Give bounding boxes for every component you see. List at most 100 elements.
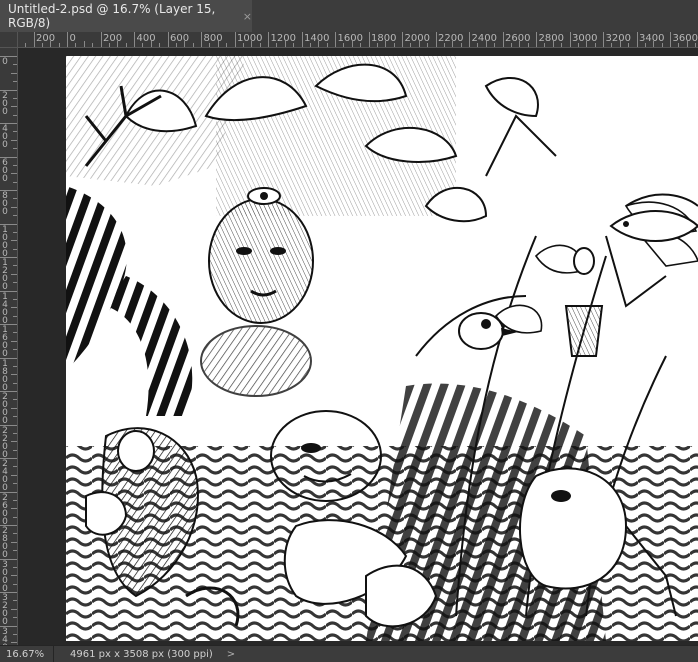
ruler-tick bbox=[510, 43, 512, 47]
ruler-tick bbox=[13, 516, 17, 518]
ruler-tick bbox=[427, 43, 429, 47]
document-tab-bar: Untitled-2.psd @ 16.7% (Layer 15, RGB/8)… bbox=[0, 0, 698, 32]
ruler-tick bbox=[0, 558, 17, 560]
ruler-tick bbox=[519, 41, 521, 47]
ruler-tick bbox=[13, 265, 17, 267]
ruler-tick bbox=[11, 340, 17, 342]
ruler-tick bbox=[13, 198, 17, 200]
ruler-tick bbox=[13, 600, 17, 602]
ruler-tick bbox=[586, 41, 588, 47]
ruler-tick bbox=[192, 43, 194, 47]
ruler-tick bbox=[0, 156, 17, 158]
ruler-tick bbox=[58, 43, 60, 47]
hruler-label: 3200 bbox=[605, 33, 631, 44]
ruler-tick bbox=[108, 43, 110, 47]
hruler-label: 3600 bbox=[672, 33, 698, 44]
ruler-tick bbox=[13, 617, 17, 619]
ruler-tick bbox=[0, 290, 17, 292]
ruler-tick bbox=[13, 248, 17, 250]
ruler-tick bbox=[443, 43, 445, 47]
hruler-label: 2800 bbox=[538, 33, 564, 44]
hruler-label: 1200 bbox=[270, 33, 296, 44]
ruler-tick bbox=[100, 32, 102, 47]
ruler-tick bbox=[242, 43, 244, 47]
ruler-tick bbox=[184, 41, 186, 47]
horizontal-ruler[interactable]: 200 0 200 400 600 800 1000 1200 1400 160… bbox=[18, 32, 698, 48]
ruler-tick bbox=[11, 173, 17, 175]
ruler-tick bbox=[527, 43, 529, 47]
ruler-tick bbox=[552, 41, 554, 47]
ruler-tick bbox=[536, 32, 537, 47]
ruler-tick bbox=[0, 458, 17, 459]
ruler-tick bbox=[67, 32, 68, 47]
ruler-tick bbox=[13, 566, 17, 568]
ruler-tick bbox=[11, 608, 17, 610]
ruler-tick bbox=[477, 43, 479, 47]
ruler-tick bbox=[13, 181, 17, 183]
hruler-label: 200 bbox=[103, 33, 123, 44]
ruler-tick bbox=[150, 41, 152, 47]
ruler-tick bbox=[0, 391, 17, 392]
ruler-tick bbox=[309, 43, 311, 47]
zoom-level-field[interactable]: 16.67% bbox=[0, 646, 54, 662]
close-tab-icon[interactable]: × bbox=[243, 10, 252, 23]
ruler-tick bbox=[619, 41, 621, 47]
ruler-tick bbox=[368, 32, 370, 47]
ruler-tick bbox=[13, 550, 17, 552]
ruler-tick bbox=[351, 41, 353, 47]
vruler-label: 0 bbox=[2, 57, 8, 67]
document-workspace[interactable] bbox=[18, 48, 698, 645]
ruler-tick bbox=[11, 508, 17, 510]
ruler-tick bbox=[11, 642, 17, 644]
ruler-tick bbox=[0, 223, 17, 225]
ruler-tick bbox=[0, 491, 17, 493]
ruler-tick bbox=[13, 315, 17, 317]
hruler-label: 1000 bbox=[237, 33, 263, 44]
ruler-tick bbox=[0, 525, 17, 526]
ruler-tick bbox=[284, 41, 286, 47]
ruler-tick bbox=[594, 43, 596, 47]
ruler-tick bbox=[13, 483, 17, 485]
vruler-label: 400 bbox=[2, 124, 8, 150]
ruler-tick bbox=[293, 43, 295, 47]
ruler-tick bbox=[13, 148, 17, 150]
ruler-tick bbox=[13, 533, 17, 535]
document-canvas[interactable] bbox=[66, 56, 698, 641]
ruler-tick bbox=[343, 43, 345, 47]
ruler-tick bbox=[13, 583, 17, 585]
ruler-tick bbox=[226, 43, 228, 47]
document-tab[interactable]: Untitled-2.psd @ 16.7% (Layer 15, RGB/8)… bbox=[0, 0, 252, 32]
ruler-tick bbox=[75, 43, 77, 47]
ruler-tick bbox=[11, 474, 17, 476]
vruler-label: 1600 bbox=[2, 325, 8, 359]
ruler-tick bbox=[11, 240, 17, 242]
ruler-origin-corner[interactable] bbox=[0, 32, 18, 48]
ruler-tick bbox=[13, 282, 17, 284]
status-menu-arrow-icon[interactable]: > bbox=[227, 649, 235, 660]
ruler-tick bbox=[628, 43, 630, 47]
ruler-tick bbox=[11, 307, 17, 309]
ruler-tick bbox=[92, 43, 94, 47]
ink-illustration-artwork bbox=[66, 56, 698, 641]
hruler-label: 2400 bbox=[471, 33, 497, 44]
ruler-tick bbox=[25, 43, 27, 47]
ruler-tick bbox=[393, 43, 395, 47]
ruler-tick bbox=[644, 43, 646, 47]
ruler-tick bbox=[117, 41, 119, 47]
ruler-tick bbox=[577, 43, 579, 47]
hruler-label: 3400 bbox=[639, 33, 665, 44]
ruler-tick bbox=[11, 541, 17, 543]
hruler-label: 2600 bbox=[505, 33, 531, 44]
vruler-label: 1000 bbox=[2, 224, 8, 259]
ruler-tick bbox=[686, 41, 688, 47]
ruler-tick bbox=[13, 332, 17, 334]
ruler-tick bbox=[402, 32, 403, 47]
ruler-tick bbox=[11, 273, 17, 275]
ruler-tick bbox=[569, 32, 571, 47]
ruler-tick bbox=[13, 365, 17, 367]
vertical-ruler[interactable]: 0 200 400 600 800 1000 1200 1400 1600 18… bbox=[0, 48, 18, 645]
document-tab-title: Untitled-2.psd @ 16.7% (Layer 15, RGB/8) bbox=[8, 2, 216, 30]
ruler-tick bbox=[661, 43, 663, 47]
vruler-label: 1200 bbox=[2, 258, 8, 292]
ruler-tick bbox=[0, 190, 17, 191]
